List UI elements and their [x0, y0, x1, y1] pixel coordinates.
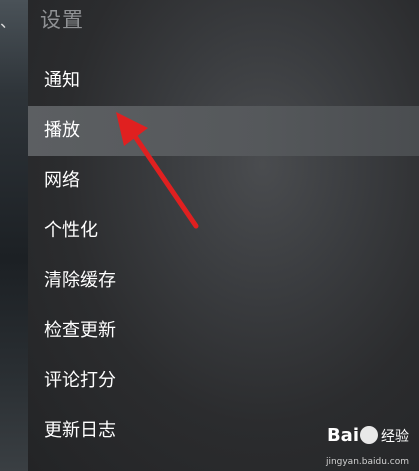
settings-flyout: 设置 通知 播放 网络 个性化 清除缓存 检查更新 评论打分 更新日志: [28, 0, 419, 471]
watermark-logo: Bai 经验: [327, 425, 409, 446]
background-edge-text: 、: [0, 8, 10, 32]
watermark-logo-suffix: 经验: [381, 429, 409, 445]
settings-menu: 通知 播放 网络 个性化 清除缓存 检查更新 评论打分 更新日志: [28, 56, 419, 456]
baidu-jingyan-watermark: Bai 经验 jingyan.baidu.com: [293, 425, 413, 467]
background-video-strip: 、: [0, 0, 28, 471]
menu-item-personalization[interactable]: 个性化: [28, 206, 419, 256]
menu-item-clear-cache[interactable]: 清除缓存: [28, 256, 419, 306]
menu-item-playback[interactable]: 播放: [28, 106, 419, 156]
watermark-logo-prefix: Bai: [326, 425, 359, 446]
menu-item-notifications[interactable]: 通知: [28, 56, 419, 106]
settings-title: 设置: [40, 8, 84, 32]
paw-icon: [360, 426, 378, 444]
watermark-url: jingyan.baidu.com: [325, 457, 409, 467]
menu-item-network[interactable]: 网络: [28, 156, 419, 206]
menu-item-rate-review[interactable]: 评论打分: [28, 356, 419, 406]
menu-item-check-updates[interactable]: 检查更新: [28, 306, 419, 356]
